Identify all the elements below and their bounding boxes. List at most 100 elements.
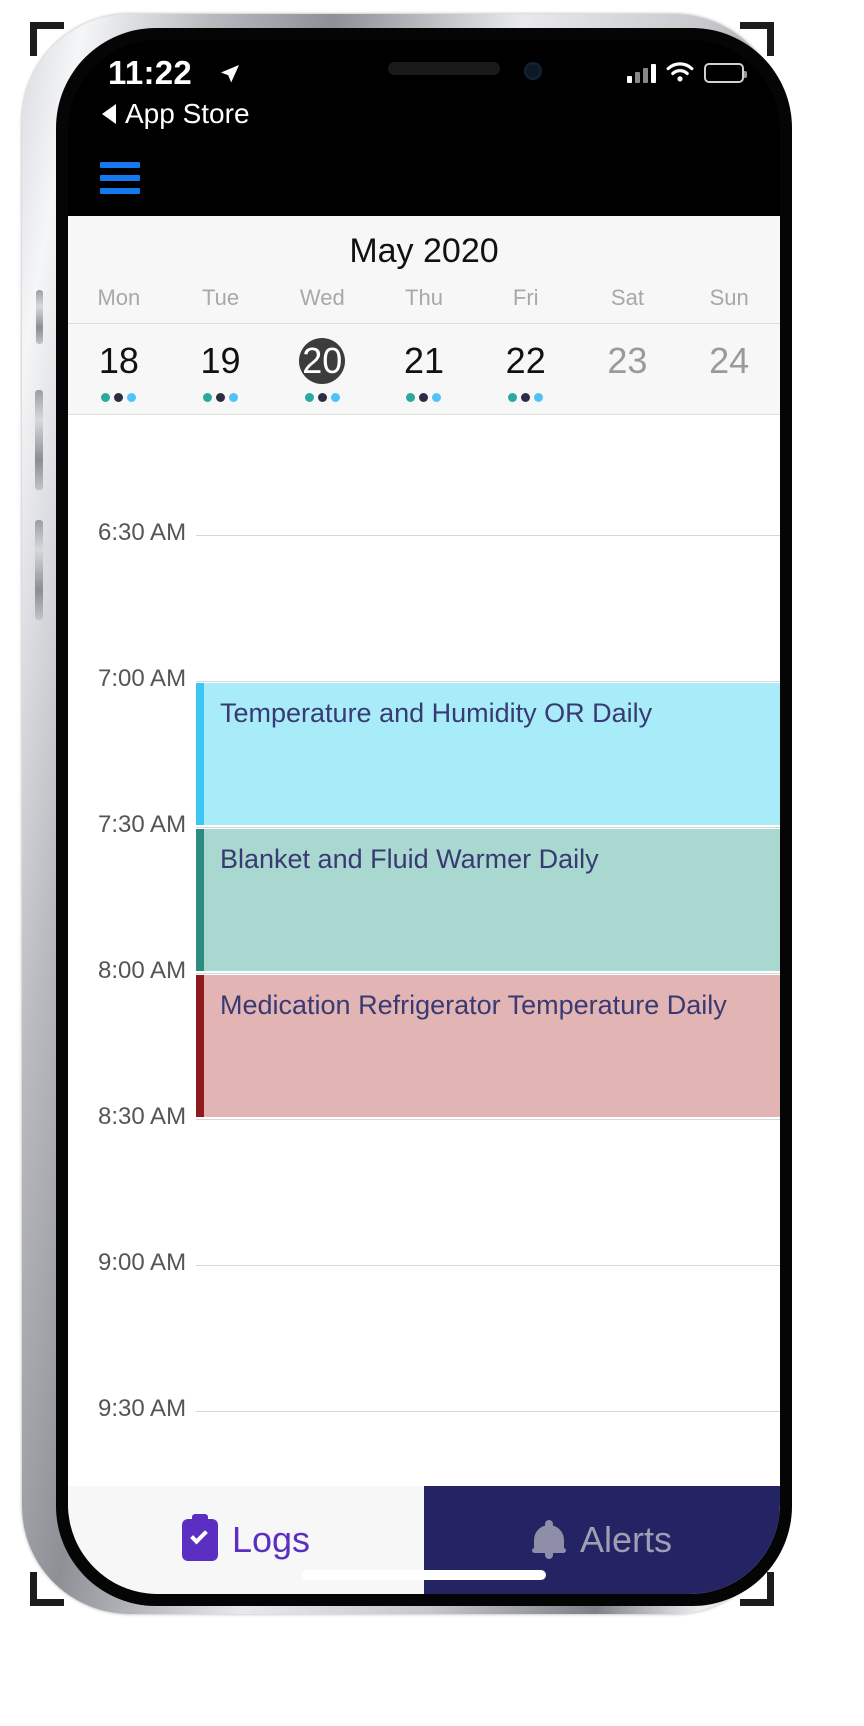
date-number: 23 <box>604 338 650 384</box>
phone-screen: 11:22 App Store <box>68 40 780 1594</box>
date-number: 21 <box>401 338 447 384</box>
timeline-gridline <box>196 535 780 536</box>
home-indicator[interactable] <box>302 1570 546 1580</box>
week-date-strip: 18 19 20 21 22 23 24 <box>68 324 780 415</box>
corner-mark <box>30 22 37 56</box>
event-dot <box>216 393 225 402</box>
timeline-hour-row: 9:30 AM <box>68 1411 780 1412</box>
calendar-event-title: Blanket and Fluid Warmer Daily <box>220 843 599 877</box>
calendar-event-title: Temperature and Humidity OR Daily <box>220 697 652 731</box>
calendar-event[interactable]: Medication Refrigerator Temperature Dail… <box>196 975 780 1117</box>
back-to-app-store-link[interactable]: App Store <box>102 98 250 130</box>
earpiece-speaker <box>388 62 500 75</box>
event-dot <box>318 393 327 402</box>
event-dot <box>229 393 238 402</box>
event-dot-group <box>305 393 340 402</box>
weekday-header-row: MonTueWedThuFriSatSun <box>68 285 780 324</box>
event-dot <box>508 393 517 402</box>
event-dot <box>305 393 314 402</box>
timeline-gridline <box>196 681 780 682</box>
date-cell-24[interactable]: 24 <box>678 338 780 402</box>
status-bar-indicators <box>627 62 744 84</box>
day-timeline: 6:30 AM 7:00 AM 7:30 AM 8:00 AM 8:30 AM 9:00 … <box>68 415 780 1455</box>
timeline-gridline <box>196 1119 780 1120</box>
calendar-event[interactable]: Temperature and Humidity OR Daily <box>196 683 780 825</box>
event-dot-group <box>508 393 543 402</box>
timeline-hour-row: 7:30 AM <box>68 827 780 828</box>
timeline-gridline <box>196 973 780 974</box>
date-cell-22[interactable]: 22 <box>475 338 577 402</box>
month-title: May 2020 <box>68 216 780 285</box>
date-cell-19[interactable]: 19 <box>170 338 272 402</box>
hamburger-line <box>100 175 140 181</box>
timeline-gridline <box>196 1411 780 1412</box>
date-cell-23[interactable]: 23 <box>577 338 679 402</box>
silent-switch-button[interactable] <box>36 290 43 344</box>
wifi-icon <box>665 62 695 84</box>
date-cell-21[interactable]: 21 <box>373 338 475 402</box>
timeline-hour-label: 9:30 AM <box>98 1395 186 1423</box>
location-arrow-icon <box>218 62 242 86</box>
calendar-event[interactable]: Blanket and Fluid Warmer Daily <box>196 829 780 971</box>
timeline-hour-row: 8:00 AM <box>68 973 780 974</box>
hamburger-menu-icon[interactable] <box>100 162 140 194</box>
event-dot <box>406 393 415 402</box>
tab-label-alerts: Alerts <box>580 1519 672 1561</box>
event-dot <box>331 393 340 402</box>
bell-icon <box>532 1520 566 1560</box>
event-dot <box>101 393 110 402</box>
device-notch <box>276 40 572 102</box>
weekday-label-thu: Thu <box>373 285 475 311</box>
date-number: 20 <box>299 338 345 384</box>
clipboard-check-icon <box>182 1519 218 1561</box>
hamburger-line <box>100 162 140 168</box>
weekday-label-tue: Tue <box>170 285 272 311</box>
event-dot <box>534 393 543 402</box>
timeline-gridline <box>196 1265 780 1266</box>
hamburger-line <box>100 188 140 194</box>
app-content: May 2020 MonTueWedThuFriSatSun 18 19 20 21 2… <box>68 216 780 1594</box>
cellular-signal-icon <box>627 64 656 83</box>
weekday-label-sat: Sat <box>577 285 679 311</box>
timeline-hour-label: 9:00 AM <box>98 1249 186 1277</box>
date-cell-18[interactable]: 18 <box>68 338 170 402</box>
event-dot <box>127 393 136 402</box>
weekday-label-wed: Wed <box>271 285 373 311</box>
calendar-event-title: Medication Refrigerator Temperature Dail… <box>220 989 727 1023</box>
timeline-hour-row: 8:30 AM <box>68 1119 780 1120</box>
app-nav-bar <box>68 144 780 216</box>
timeline-hour-row: 9:00 AM <box>68 1265 780 1266</box>
timeline-hour-label: 8:00 AM <box>98 957 186 985</box>
weekday-label-mon: Mon <box>68 285 170 311</box>
event-dot <box>203 393 212 402</box>
front-camera-icon <box>524 62 542 80</box>
event-dot-group <box>406 393 441 402</box>
phone-device-frame: 11:22 App Store <box>22 14 782 1614</box>
timeline-hour-label: 8:30 AM <box>98 1103 186 1131</box>
calendar-header: May 2020 MonTueWedThuFriSatSun <box>68 216 780 324</box>
timeline-gridline <box>196 827 780 828</box>
date-number: 24 <box>706 338 752 384</box>
weekday-label-sun: Sun <box>678 285 780 311</box>
timeline-hour-label: 7:30 AM <box>98 811 186 839</box>
timeline-hour-row: 6:30 AM <box>68 535 780 536</box>
date-number: 18 <box>96 338 142 384</box>
date-number: 22 <box>503 338 549 384</box>
event-dot-group <box>101 393 136 402</box>
status-bar-time: 11:22 <box>108 54 192 92</box>
volume-down-button[interactable] <box>35 520 43 620</box>
timeline-hour-label: 6:30 AM <box>98 519 186 547</box>
volume-up-button[interactable] <box>35 390 43 490</box>
tab-label-logs: Logs <box>232 1519 310 1561</box>
weekday-label-fri: Fri <box>475 285 577 311</box>
date-number: 19 <box>198 338 244 384</box>
timeline-hour-label: 7:00 AM <box>98 665 186 693</box>
event-dot <box>114 393 123 402</box>
event-dot-group <box>203 393 238 402</box>
date-cell-20[interactable]: 20 <box>271 338 373 402</box>
event-dot <box>419 393 428 402</box>
event-dot <box>432 393 441 402</box>
timeline-hour-row: 7:00 AM <box>68 681 780 682</box>
back-link-label: App Store <box>125 98 250 130</box>
battery-icon <box>704 63 744 83</box>
